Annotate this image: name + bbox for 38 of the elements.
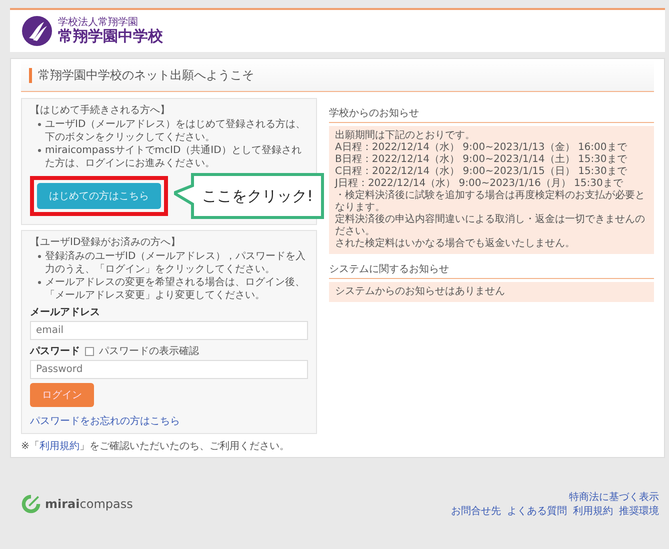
- instruction-text: miraicompassサイトでmcID（共通ID）として登録された方は、ログインにお進みください。: [45, 144, 302, 170]
- notice-text: 定料決済後の申込内容間違いによる取消し・返金は一切できませんの: [335, 214, 646, 226]
- checkbox-label: パスワードの表示確認: [99, 344, 199, 358]
- footer-link[interactable]: お問合せ先: [451, 504, 501, 518]
- instruction-text: ユーザID（メールアドレス）をはじめて登録される方は、下のボタンをクリックしてください。: [45, 118, 307, 144]
- forgot-password-link[interactable]: パスワードをお忘れの方はこちら: [30, 416, 180, 427]
- notice-text: C日程：2022/12/14（水） 9:00~2023/1/15（日） 15:30まで: [335, 166, 628, 178]
- notice-text: B日程：2022/12/14（水） 9:00~2023/1/14（土） 15:30まで: [335, 154, 628, 166]
- notice-text: A日程：2022/12/14（水） 9:00~2023/1/13（金） 16:00まで: [335, 142, 628, 154]
- email-field[interactable]: email: [30, 321, 308, 340]
- footer-link[interactable]: 特商法に基づく表示: [569, 490, 659, 504]
- brand-name: miraicompass: [45, 496, 133, 510]
- password-field[interactable]: Password: [30, 360, 308, 379]
- school-logo-icon: [22, 16, 52, 46]
- notice-text: ださい。: [335, 226, 376, 238]
- compass-logo-icon: [20, 492, 42, 514]
- section-heading: 【ユーザID登録がお済みの方へ】: [30, 236, 182, 249]
- callout-text: ここをクリック!: [202, 187, 314, 205]
- footer-link[interactable]: よくある質問: [507, 504, 567, 518]
- show-password-checkbox[interactable]: [85, 346, 94, 356]
- terms-note: ※「利用規約」をご確認いただいたのち、ご利用ください。: [21, 440, 290, 453]
- footer-link[interactable]: 推奨環境: [619, 504, 659, 518]
- notice-heading: 学校からのお知らせ: [329, 104, 654, 123]
- instruction-text: 登録済みのユーザID（メールアドレス），パスワードを入力のうえ、「ログイン」をクリックしてください。: [45, 250, 307, 276]
- school-subtitle: 学校法人常翔学園: [58, 17, 139, 28]
- instruction-text: メールアドレスの変更を希望される場合は、ログイン後、「メールアドレス変更」より変更してください。: [45, 276, 306, 302]
- email-label: メールアドレス: [30, 306, 101, 319]
- notice-text: 出願期間は下記のとおりです。: [335, 130, 476, 142]
- footer-link[interactable]: 利用規約: [573, 504, 613, 518]
- notice-heading: システムに関するお知らせ: [329, 260, 654, 279]
- section-heading: 【はじめて手続きされる方へ】: [30, 104, 171, 117]
- notice-text: システムからのお知らせはありません: [335, 286, 506, 298]
- notice-text: J日程：2022/12/14（水） 9:00~2023/1/16（月） 15:30まで: [335, 178, 624, 190]
- school-name: 常翔学園中学校: [58, 28, 163, 45]
- notice-text: された検定料はいかなる場合でも返金いたしません。: [335, 238, 576, 250]
- password-label: パスワード: [30, 345, 80, 358]
- notice-text: ・検定料決済後に試験を追加する場合は再度検定料のお支払が必要となります。: [335, 190, 646, 214]
- page-title: 常翔学園中学校のネット出願へようこそ: [38, 66, 254, 84]
